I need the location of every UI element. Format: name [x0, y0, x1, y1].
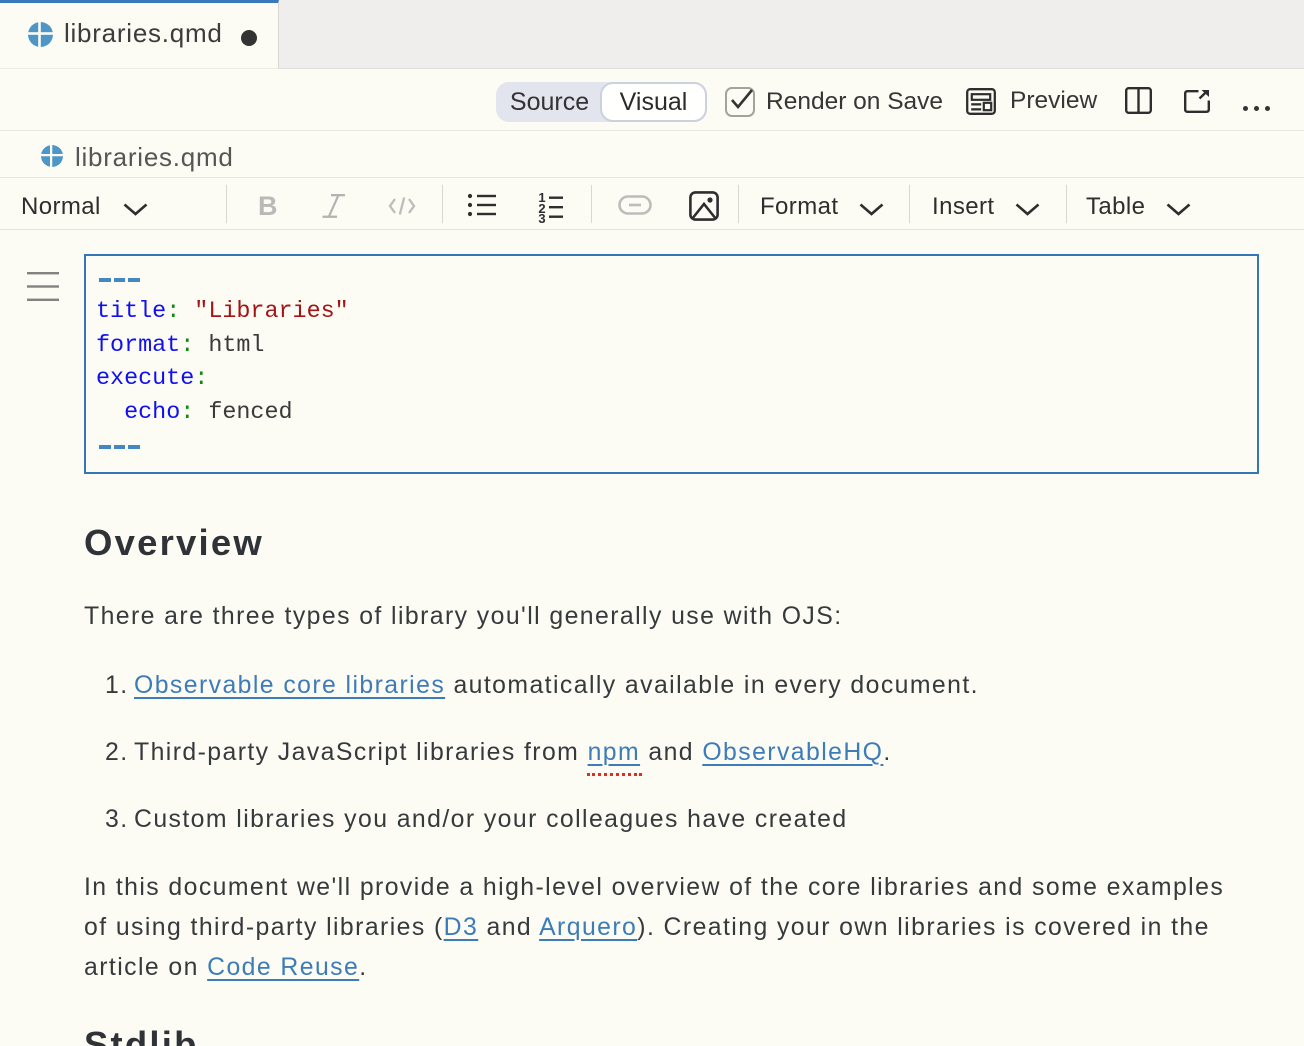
svg-text:3: 3	[538, 211, 545, 224]
